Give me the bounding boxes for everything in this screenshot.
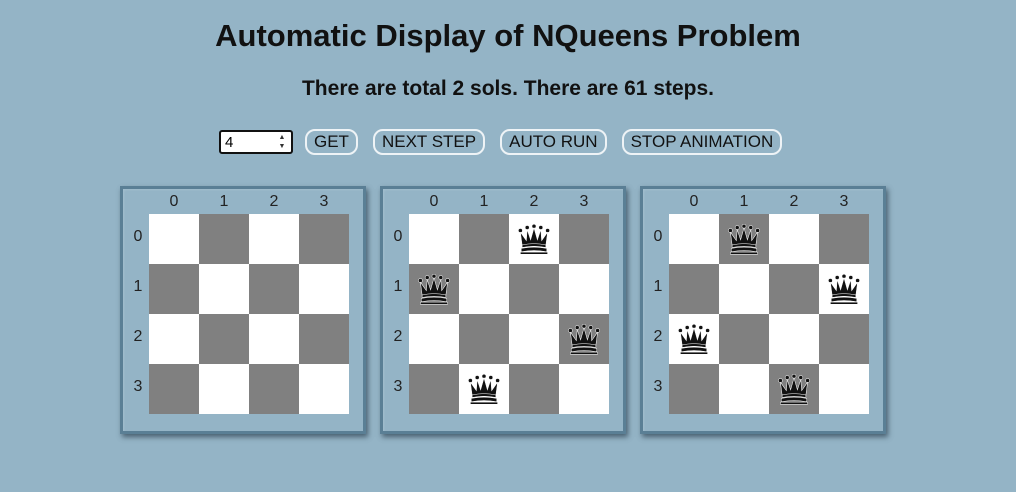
controls-bar: ▲ ▼ GET NEXT STEP AUTO RUN STOP ANIMATIO…	[219, 128, 797, 156]
board-square	[559, 264, 609, 314]
row-label: 3	[393, 378, 403, 395]
queen-icon	[728, 223, 760, 255]
board-size-input[interactable]	[221, 132, 277, 152]
get-button[interactable]: GET	[305, 129, 358, 155]
queen-icon	[418, 273, 450, 305]
board-square	[249, 314, 299, 364]
queen-icon	[678, 323, 710, 355]
board-square	[669, 214, 719, 264]
board-square	[769, 314, 819, 364]
column-label: 2	[529, 193, 539, 210]
board-square	[249, 214, 299, 264]
board-square	[199, 264, 249, 314]
board-square	[669, 314, 719, 364]
board-square	[299, 214, 349, 264]
column-label: 0	[169, 193, 179, 210]
solution-summary: There are total 2 sols. There are 61 ste…	[301, 77, 715, 100]
row-label: 2	[653, 328, 663, 345]
board-square	[199, 314, 249, 364]
board-square	[769, 264, 819, 314]
column-label: 2	[269, 193, 279, 210]
queen-icon	[568, 323, 600, 355]
board-square	[509, 364, 559, 414]
board-square	[199, 214, 249, 264]
board-square	[409, 364, 459, 414]
board-square	[719, 214, 769, 264]
row-label: 0	[393, 228, 403, 245]
board-square	[459, 314, 509, 364]
next-step-button[interactable]: NEXT STEP	[372, 129, 486, 155]
page-title: Automatic Display of NQueens Problem	[215, 18, 801, 53]
queen-icon	[778, 373, 810, 405]
board-square	[409, 264, 459, 314]
board-square	[559, 364, 609, 414]
board-square	[149, 264, 199, 314]
column-label: 3	[579, 193, 589, 210]
column-label: 1	[219, 193, 229, 210]
row-label: 1	[653, 278, 663, 295]
board-square	[819, 214, 869, 264]
row-label: 1	[133, 278, 143, 295]
board-square	[459, 264, 509, 314]
board-square	[409, 314, 459, 364]
column-label: 1	[739, 193, 749, 210]
chess-board: 0 1 2 3 0 1 2 3	[640, 186, 886, 434]
board-square	[199, 364, 249, 414]
queen-icon	[828, 273, 860, 305]
board-square	[819, 264, 869, 314]
board-size-stepper[interactable]: ▲ ▼	[219, 130, 293, 154]
board-square	[409, 214, 459, 264]
row-label: 3	[653, 378, 663, 395]
board-square	[459, 364, 509, 414]
board-square	[719, 364, 769, 414]
row-label: 0	[653, 228, 663, 245]
board-square	[249, 264, 299, 314]
column-label: 3	[319, 193, 329, 210]
column-label: 3	[839, 193, 849, 210]
auto-run-button[interactable]: AUTO RUN	[500, 129, 607, 155]
board-square	[299, 314, 349, 364]
column-label: 1	[479, 193, 489, 210]
chess-board: 0 1 2 3 0 1 2 3	[380, 186, 626, 434]
queen-icon	[468, 373, 500, 405]
board-square	[719, 314, 769, 364]
row-label: 2	[133, 328, 143, 345]
board-square	[669, 264, 719, 314]
board-square	[509, 314, 559, 364]
board-square	[149, 214, 199, 264]
column-label: 0	[689, 193, 699, 210]
board-square	[299, 264, 349, 314]
column-label: 2	[789, 193, 799, 210]
spinner-up-icon[interactable]: ▲	[279, 134, 286, 141]
board-square	[819, 364, 869, 414]
column-label: 0	[429, 193, 439, 210]
stop-animation-button[interactable]: STOP ANIMATION	[621, 129, 783, 155]
board-square	[559, 314, 609, 364]
board-square	[249, 364, 299, 414]
row-label: 3	[133, 378, 143, 395]
board-square	[669, 364, 719, 414]
board-square	[719, 264, 769, 314]
board-square	[769, 364, 819, 414]
spinner-down-icon[interactable]: ▼	[279, 143, 286, 150]
board-square	[769, 214, 819, 264]
row-label: 1	[393, 278, 403, 295]
row-label: 0	[133, 228, 143, 245]
board-square	[559, 214, 609, 264]
board-square	[459, 214, 509, 264]
board-square	[299, 364, 349, 414]
board-square	[509, 214, 559, 264]
queen-icon	[518, 223, 550, 255]
board-square	[149, 364, 199, 414]
board-square	[149, 314, 199, 364]
board-square	[819, 314, 869, 364]
spinner[interactable]: ▲ ▼	[275, 134, 289, 150]
chess-board: 0 1 2 3 0 1 2 3	[120, 186, 366, 434]
row-label: 2	[393, 328, 403, 345]
board-square	[509, 264, 559, 314]
